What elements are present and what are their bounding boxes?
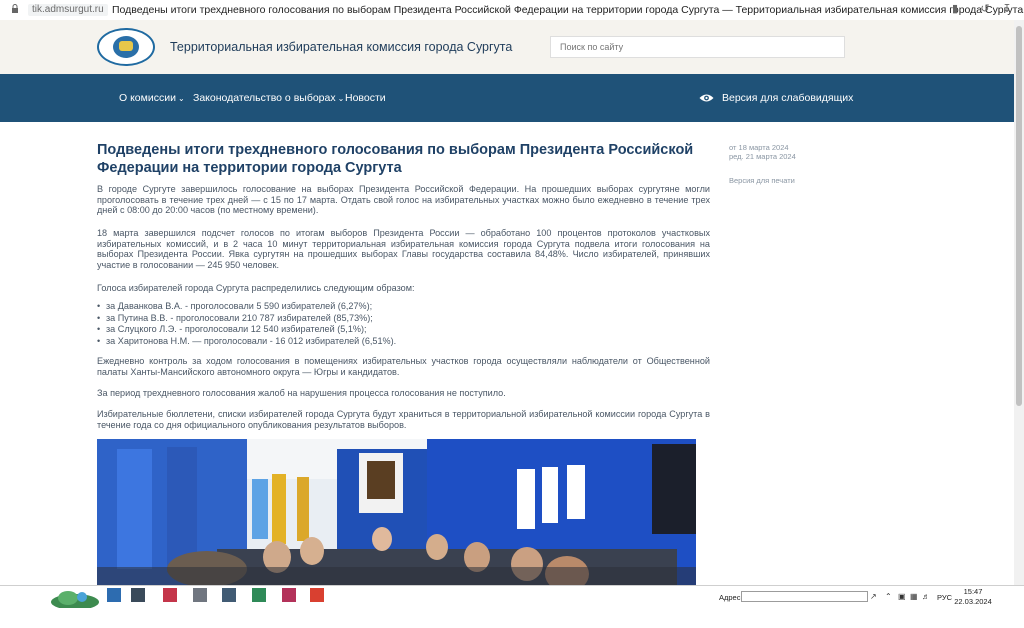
system-clock[interactable]: 15:47 22.03.2024 [953, 587, 993, 607]
lock-icon [12, 4, 18, 13]
app-icon[interactable] [107, 588, 121, 602]
tab-title[interactable]: Подведены итоги трехдневного голосования… [112, 4, 1023, 16]
chevron-up-icon[interactable]: ⌃ [885, 592, 892, 601]
article-paragraph: В городе Сургуте завершилось голосование… [97, 184, 710, 216]
arrow-icon[interactable]: ↗ [870, 592, 877, 601]
article-photo[interactable] [97, 439, 696, 585]
share-icon[interactable]: ↺ [979, 3, 991, 15]
list-item: за Даванкова В.А. - проголосовали 5 590 … [97, 301, 396, 313]
url-domain[interactable]: tik.admsurgut.ru [28, 4, 108, 16]
app-icon[interactable] [310, 588, 324, 602]
accessibility-version-link[interactable]: Версия для слабовидящих [722, 92, 853, 104]
article-paragraph: 18 марта завершился подсчет голосов по и… [97, 228, 710, 270]
search-input[interactable] [550, 36, 845, 58]
language-indicator[interactable]: РУС [937, 593, 952, 602]
browser-tab-bar: tik.admsurgut.ru Подведены итоги трехдне… [0, 0, 1024, 21]
nav-item-news[interactable]: Новости [345, 92, 386, 104]
address-label: Адрес [719, 593, 741, 602]
commission-logo[interactable] [97, 28, 155, 66]
article-title: Подведены итоги трехдневного голосования… [97, 142, 694, 176]
app-icon[interactable] [282, 588, 296, 602]
list-item: за Путина В.В. - проголосовали 210 787 и… [97, 313, 396, 325]
nav-item-label: Новости [345, 92, 386, 104]
app-icon[interactable] [252, 588, 266, 602]
app-icon[interactable] [222, 588, 236, 602]
results-list: за Даванкова В.А. - проголосовали 5 590 … [97, 301, 396, 347]
bookmark-icon[interactable]: ▮ [949, 3, 961, 15]
site-title[interactable]: Территориальная избирательная комиссия г… [170, 40, 512, 54]
app-icon[interactable] [163, 588, 177, 602]
article-paragraph: Избирательные бюллетени, списки избирате… [97, 409, 710, 430]
volume-icon[interactable]: ♬ [922, 592, 930, 601]
article-paragraph: За период трехдневного голосования жалоб… [97, 388, 506, 398]
chevron-down-icon: ⌄ [177, 94, 185, 103]
publish-date: от 18 марта 2024 [729, 143, 789, 152]
app-icon[interactable] [131, 588, 145, 602]
print-version-link[interactable]: Версия для печати [729, 176, 795, 185]
page-scrollbar[interactable] [1014, 20, 1024, 585]
clock-time: 15:47 [963, 587, 983, 596]
list-item: за Слуцкого Л.Э. - проголосовали 12 540 … [97, 324, 396, 336]
clock-date: 22.03.2024 [954, 597, 992, 606]
start-button-icon[interactable] [50, 588, 100, 608]
chevron-down-icon: ⌄ [337, 94, 345, 103]
eye-icon[interactable] [699, 93, 714, 103]
printer-icon[interactable]: ▦ [910, 592, 918, 601]
nav-item-legislation[interactable]: Законодательство о выборах ⌄ [193, 92, 344, 104]
nav-item-label: Законодательство о выборах [193, 92, 336, 104]
address-field[interactable] [741, 591, 868, 602]
app-icon[interactable] [193, 588, 207, 602]
network-icon[interactable]: ▣ [898, 592, 906, 601]
edit-date: ред. 21 марта 2024 [729, 152, 796, 161]
list-item: за Харитонова Н.М. — проголосовали - 16 … [97, 336, 396, 348]
article-paragraph: Ежедневно контроль за ходом голосования … [97, 356, 710, 377]
nav-item-about[interactable]: О комиссии ⌄ [119, 92, 185, 104]
download-icon[interactable]: ↧ [1001, 3, 1013, 15]
article-paragraph: Голоса избирателей города Сургута распре… [97, 283, 415, 293]
nav-item-label: О комиссии [119, 92, 176, 104]
